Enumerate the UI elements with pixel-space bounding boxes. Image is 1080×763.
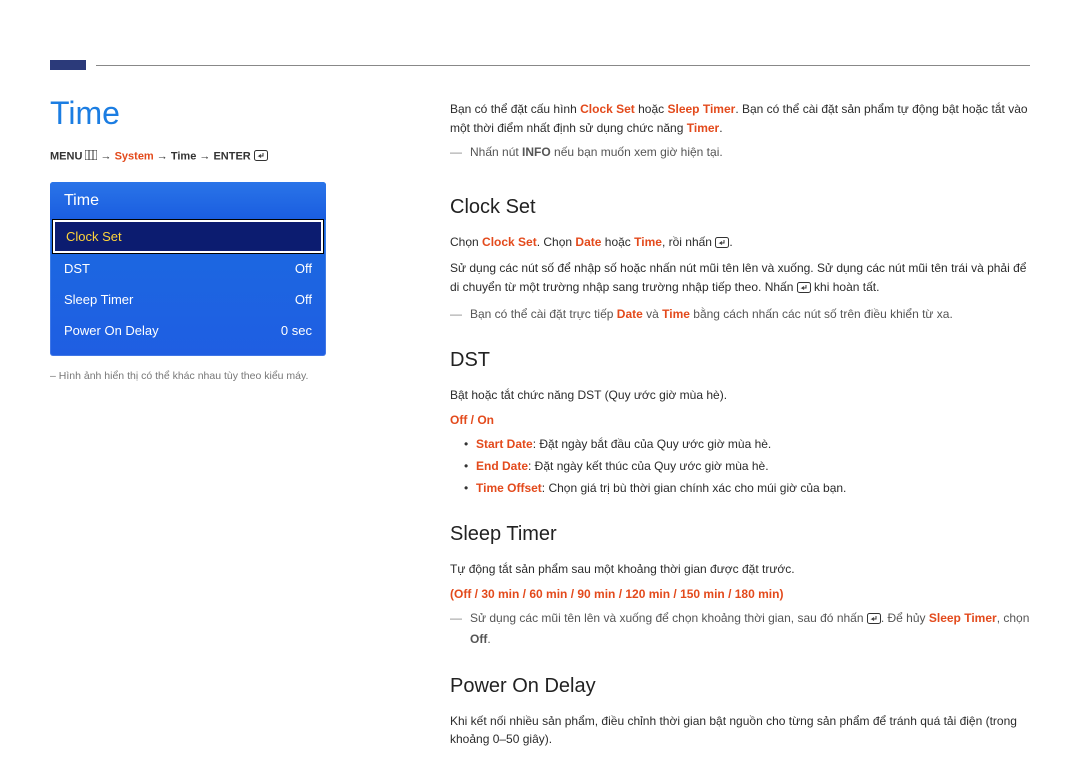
text: . [729, 235, 732, 249]
dst-bullets: Start Date: Đặt ngày bắt đầu của Quy ước… [464, 435, 1030, 497]
text: nếu bạn muốn xem giờ hiện tại. [551, 145, 723, 159]
header-accent [50, 60, 86, 70]
breadcrumb-menu: MENU [50, 150, 82, 162]
tip-direct-set: Bạn có thể cài đặt trực tiếp Date và Tim… [450, 305, 1030, 324]
arrow-text: → [101, 150, 115, 162]
ref-time: Time [662, 307, 690, 321]
text: Chọn [450, 235, 482, 249]
ref-sleep-timer: Sleep Timer [668, 102, 736, 116]
text: : Chọn giá trị bù thời gian chính xác ch… [542, 481, 847, 495]
enter-icon [254, 150, 268, 164]
ref-clock-set: Clock Set [482, 235, 537, 249]
ref-timer: Timer [687, 121, 719, 135]
ref-date: Date [617, 307, 643, 321]
ref-date: Date [575, 235, 601, 249]
intro-paragraph: Bạn có thể đặt cấu hình Clock Set hoặc S… [450, 100, 1030, 137]
ref-time: Time [634, 235, 662, 249]
text: , chọn [997, 611, 1030, 625]
page-title: Time [50, 95, 340, 132]
text: và [643, 307, 662, 321]
osd-menu-header: Time [50, 182, 326, 220]
ref-time-offset: Time Offset [476, 481, 542, 495]
header-rule [96, 65, 1030, 66]
menu-item-value: 0 sec [281, 323, 312, 338]
power-p1: Khi kết nối nhiều sản phẩm, điều chỉnh t… [450, 712, 1030, 749]
text: , rồi nhấn [662, 235, 715, 249]
ref-start-date: Start Date [476, 437, 533, 451]
section-heading-power-on-delay: Power On Delay [450, 671, 1030, 702]
text: : Đặt ngày bắt đầu của Quy ước giờ mùa h… [533, 437, 772, 451]
ref-sleep-timer: Sleep Timer [929, 611, 997, 625]
clockset-p1: Chọn Clock Set. Chọn Date hoặc Time, rồi… [450, 233, 1030, 254]
breadcrumb-system: System [115, 150, 154, 162]
list-item: Start Date: Đặt ngày bắt đầu của Quy ước… [464, 435, 1030, 454]
list-item: End Date: Đặt ngày kết thúc của Quy ước … [464, 457, 1030, 476]
menu-item-value: Off [295, 292, 312, 307]
text: Bạn có thể cài đặt trực tiếp [470, 307, 617, 321]
sleep-p1: Tự động tắt sản phẩm sau một khoảng thời… [450, 560, 1030, 579]
right-column: Bạn có thể đặt cấu hình Clock Set hoặc S… [450, 100, 1030, 755]
tip-info: Nhấn nút INFO nếu bạn muốn xem giờ hiện … [450, 143, 1030, 162]
ref-end-date: End Date [476, 459, 528, 473]
section-heading-sleep-timer: Sleep Timer [450, 519, 1030, 550]
dst-options: Off / On [450, 411, 1030, 430]
breadcrumb-time: Time [171, 150, 196, 162]
menu-item-value: Off [295, 261, 312, 276]
enter-icon [867, 611, 881, 630]
list-item: Time Offset: Chọn giá trị bù thời gian c… [464, 479, 1030, 498]
arrow-text: → [157, 150, 171, 162]
enter-icon [715, 235, 729, 254]
menu-item-label: Clock Set [66, 229, 122, 244]
text: Sử dụng các mũi tên lên và xuống để chọn… [470, 611, 867, 625]
menu-item-label: DST [64, 261, 90, 276]
menu-grid-icon [85, 150, 97, 163]
dst-p1: Bật hoặc tắt chức năng DST (Quy ước giờ … [450, 386, 1030, 405]
clockset-p2: Sử dụng các nút số để nhập số hoặc nhấn … [450, 259, 1030, 298]
text: . [487, 632, 490, 646]
text: Nhấn nút [470, 145, 522, 159]
left-footnote: Hình ảnh hiển thị có thể khác nhau tùy t… [50, 370, 340, 382]
enter-icon [797, 280, 811, 299]
menu-item-power-on-delay[interactable]: Power On Delay 0 sec [50, 315, 326, 346]
sleep-options: (Off / 30 min / 60 min / 90 min / 120 mi… [450, 585, 1030, 604]
section-heading-dst: DST [450, 345, 1030, 376]
breadcrumb: MENU → System → Time → ENTER [50, 150, 340, 164]
menu-item-clock-set[interactable]: Clock Set [53, 220, 323, 253]
section-heading-clock-set: Clock Set [450, 192, 1030, 223]
ref-info: INFO [522, 145, 551, 159]
text: bằng cách nhấn các nút số trên điều khiể… [690, 307, 953, 321]
tip-sleep: Sử dụng các mũi tên lên và xuống để chọn… [450, 609, 1030, 648]
menu-item-dst[interactable]: DST Off [50, 253, 326, 284]
text: . [719, 121, 722, 135]
breadcrumb-enter: ENTER [213, 150, 250, 162]
text: Bạn có thể đặt cấu hình [450, 102, 580, 116]
osd-menu: Time Clock Set DST Off Sleep Timer Off P… [50, 182, 326, 356]
text: hoặc [635, 102, 668, 116]
text: Sử dụng các nút số để nhập số hoặc nhấn … [450, 261, 1026, 294]
left-column: Time MENU → System → Time → ENTER Time C… [50, 95, 340, 382]
text: . Để hủy [881, 611, 929, 625]
ref-off: Off [470, 632, 487, 646]
menu-item-sleep-timer[interactable]: Sleep Timer Off [50, 284, 326, 315]
text: khi hoàn tất. [811, 280, 880, 294]
arrow-text: → [199, 150, 213, 162]
text: hoặc [601, 235, 634, 249]
menu-item-label: Sleep Timer [64, 292, 133, 307]
ref-clock-set: Clock Set [580, 102, 635, 116]
menu-item-label: Power On Delay [64, 323, 159, 338]
text: : Đặt ngày kết thúc của Quy ước giờ mùa … [528, 459, 769, 473]
text: . Chọn [537, 235, 576, 249]
